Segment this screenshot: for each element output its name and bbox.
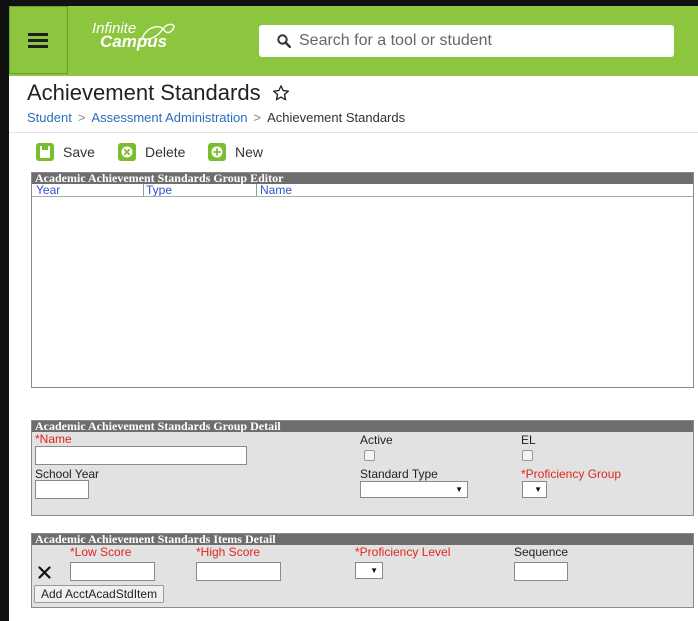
star-outline-icon[interactable] (272, 84, 290, 102)
column-divider (256, 184, 257, 196)
breadcrumb-separator: > (77, 110, 86, 125)
new-button[interactable]: New (208, 143, 268, 163)
dropdown-arrow-icon: ▼ (534, 485, 542, 494)
group-detail-title: Academic Achievement Standards Group Det… (32, 421, 693, 432)
save-button[interactable]: Save (36, 143, 96, 163)
breadcrumb-assessment-administration[interactable]: Assessment Administration (91, 110, 247, 125)
add-item-button[interactable]: Add AcctAcadStdItem (34, 585, 165, 603)
high-score-label: *High Score (196, 545, 261, 559)
logo-swoosh-icon (141, 23, 175, 40)
sequence-label: Sequence (514, 545, 569, 559)
breadcrumb: Student > Assessment Administration > Achiev… (27, 110, 405, 125)
column-header-underline (32, 196, 693, 197)
page-title: Achievement Standards (27, 80, 261, 105)
school-year-label: School Year (35, 467, 100, 481)
low-score-label: *Low Score (70, 545, 132, 559)
x-icon[interactable] (38, 566, 51, 579)
menu-button[interactable] (9, 6, 68, 74)
sequence-field[interactable] (514, 562, 568, 581)
infinite-campus-logo[interactable]: Infinite Campus (92, 21, 175, 50)
save-label: Save (63, 144, 95, 160)
delete-label: Delete (145, 144, 186, 160)
low-score-field[interactable] (70, 562, 155, 581)
high-score-field[interactable] (196, 562, 281, 581)
active-checkbox[interactable] (364, 450, 375, 461)
name-label: *Name (35, 432, 72, 446)
header-divider (9, 132, 698, 133)
new-label: New (235, 144, 264, 160)
name-field[interactable] (35, 446, 247, 465)
window-left-edge (0, 0, 9, 621)
group-editor-title: Academic Achievement Standards Group Edi… (32, 173, 693, 184)
group-editor-panel: Academic Achievement Standards Group Edi… (31, 172, 694, 388)
floppy-disk-icon (36, 143, 54, 161)
breadcrumb-separator: > (253, 110, 262, 125)
column-divider (143, 184, 144, 196)
dropdown-arrow-icon: ▼ (455, 485, 463, 494)
breadcrumb-current: Achievement Standards (267, 110, 406, 125)
items-detail-title: Academic Achievement Standards Items Det… (32, 534, 693, 545)
column-year[interactable]: Year (36, 184, 60, 196)
search-input[interactable] (299, 25, 659, 57)
x-circle-icon (118, 143, 136, 161)
school-year-field[interactable] (35, 480, 89, 499)
el-label: EL (521, 433, 536, 447)
proficiency-level-label: *Proficiency Level (355, 545, 451, 559)
proficiency-group-label: *Proficiency Group (521, 467, 622, 481)
plus-circle-icon (208, 143, 226, 161)
column-type[interactable]: Type (146, 184, 172, 196)
search-box[interactable] (259, 25, 674, 57)
delete-button[interactable]: Delete (118, 143, 188, 163)
el-checkbox[interactable] (522, 450, 533, 461)
dropdown-arrow-icon: ▼ (370, 566, 378, 575)
active-label: Active (360, 433, 393, 447)
column-name[interactable]: Name (260, 184, 292, 196)
breadcrumb-student[interactable]: Student (27, 110, 72, 125)
proficiency-group-select[interactable]: ▼ (522, 481, 547, 498)
standard-type-label: Standard Type (360, 467, 438, 481)
search-icon (277, 34, 291, 48)
proficiency-level-select[interactable]: ▼ (355, 562, 383, 579)
standard-type-select[interactable]: ▼ (360, 481, 468, 498)
